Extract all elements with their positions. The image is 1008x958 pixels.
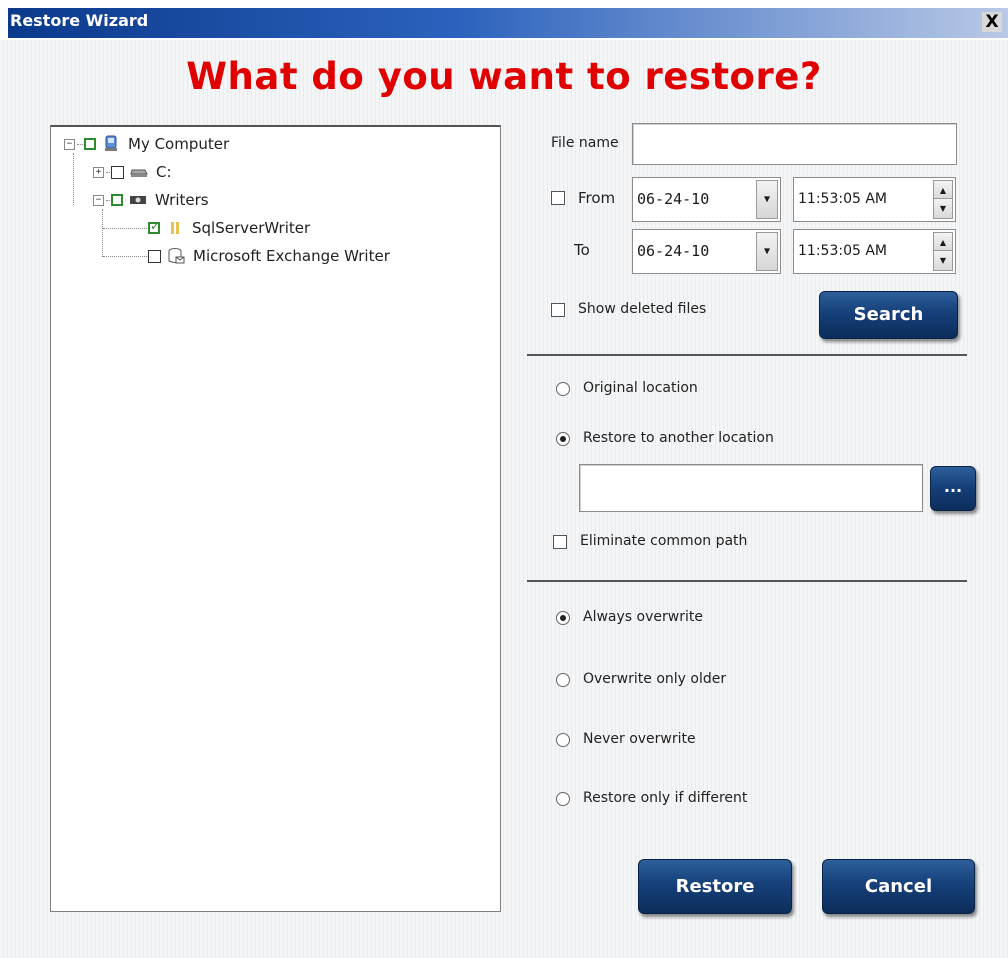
tree-item-my-computer[interactable]: − My Computer <box>64 132 229 156</box>
tree-checkbox[interactable] <box>148 219 160 234</box>
chevron-down-icon[interactable]: ▼ <box>756 180 778 219</box>
spin-down-icon[interactable]: ▼ <box>933 250 953 271</box>
writers-icon <box>129 191 147 209</box>
tree-item-exchange-writer[interactable]: Microsoft Exchange Writer <box>103 244 390 268</box>
chevron-down-icon[interactable]: ▼ <box>756 232 778 271</box>
title-bar-band <box>8 8 1008 38</box>
search-button[interactable]: Search <box>819 291 958 339</box>
always-overwrite-label: Always overwrite <box>583 609 703 625</box>
tree-checkbox[interactable] <box>111 194 123 206</box>
never-overwrite-radio[interactable] <box>556 733 570 747</box>
show-deleted-label: Show deleted files <box>578 301 707 317</box>
file-tree-panel[interactable]: − My Computer + C: − Writers ✓ SqlServer… <box>50 125 501 912</box>
overwrite-older-label: Overwrite only older <box>583 671 727 687</box>
tree-item-sqlserverwriter[interactable]: SqlServerWriter <box>103 216 310 240</box>
computer-icon <box>102 135 120 153</box>
overwrite-older-radio[interactable] <box>556 673 570 687</box>
tree-item-label: My Computer <box>128 135 230 153</box>
restore-if-different-label: Restore only if different <box>583 790 748 806</box>
restore-button[interactable]: Restore <box>638 859 792 914</box>
title-bar: Restore Wizard X <box>0 0 1008 40</box>
another-location-label: Restore to another location <box>583 430 774 446</box>
spin-down-icon[interactable]: ▼ <box>933 198 953 219</box>
tree-connector <box>103 255 147 257</box>
to-date-value: 06-24-10 <box>637 242 710 260</box>
close-button[interactable]: X <box>982 12 1002 32</box>
exchange-writer-icon <box>167 247 185 265</box>
show-deleted-checkbox[interactable] <box>551 303 565 317</box>
always-overwrite-radio[interactable] <box>556 611 570 625</box>
cancel-button[interactable]: Cancel <box>822 859 975 914</box>
eliminate-common-path-checkbox[interactable] <box>553 535 567 549</box>
tree-line <box>73 153 74 205</box>
tree-item-c-drive[interactable]: + C: <box>93 160 172 184</box>
restore-path-input[interactable] <box>579 464 923 512</box>
another-location-radio[interactable] <box>556 432 570 446</box>
tree-connector <box>106 199 110 201</box>
tree-connector <box>77 143 83 145</box>
tree-checkbox[interactable] <box>148 249 161 263</box>
page-title: What do you want to restore? <box>186 55 822 98</box>
restore-if-different-radio[interactable] <box>556 792 570 806</box>
to-label: To <box>574 241 590 259</box>
from-label: From <box>578 189 616 207</box>
tree-checkbox[interactable] <box>84 138 96 150</box>
tree-connector <box>106 171 110 173</box>
expand-icon[interactable]: + <box>93 166 104 178</box>
original-location-radio[interactable] <box>556 382 570 396</box>
tree-item-writers[interactable]: − Writers <box>93 188 209 212</box>
browse-button[interactable]: ... <box>930 466 976 511</box>
tree-item-label: Microsoft Exchange Writer <box>193 247 390 265</box>
from-date-picker[interactable]: 06-24-10 ▼ <box>632 177 781 222</box>
drive-icon <box>130 163 148 181</box>
original-location-label: Original location <box>583 380 698 396</box>
tree-connector <box>103 227 147 229</box>
from-checkbox[interactable] <box>551 191 565 205</box>
restore-wizard-window: Restore Wizard X What do you want to res… <box>0 0 1008 958</box>
tree-checkbox[interactable] <box>111 165 124 179</box>
collapse-icon[interactable]: − <box>93 194 104 206</box>
tree-item-label: C: <box>156 163 172 181</box>
file-name-input[interactable] <box>632 123 957 165</box>
to-date-picker[interactable]: 06-24-10 ▼ <box>632 229 781 274</box>
collapse-icon[interactable]: − <box>64 138 75 150</box>
tree-item-label: SqlServerWriter <box>192 219 311 237</box>
database-writer-icon <box>166 219 184 237</box>
window-title: Restore Wizard <box>10 11 149 30</box>
eliminate-common-path-label: Eliminate common path <box>580 533 748 549</box>
tree-item-label: Writers <box>155 191 209 209</box>
file-name-label: File name <box>551 135 619 151</box>
to-time-spinner[interactable]: 11:53:05 AM ▲ ▼ <box>793 229 956 274</box>
divider <box>527 580 967 582</box>
from-time-spinner[interactable]: 11:53:05 AM ▲ ▼ <box>793 177 956 222</box>
divider <box>527 354 967 356</box>
from-time-value: 11:53:05 AM <box>798 191 887 207</box>
never-overwrite-label: Never overwrite <box>583 731 696 747</box>
from-date-value: 06-24-10 <box>637 190 710 208</box>
to-time-value: 11:53:05 AM <box>798 243 887 259</box>
